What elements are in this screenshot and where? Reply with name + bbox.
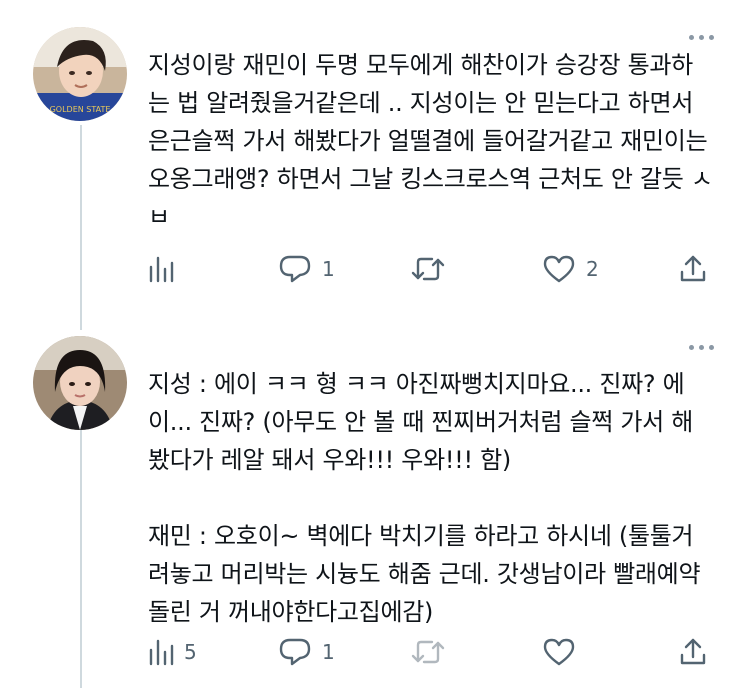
views-icon [149, 256, 174, 283]
views-count: 5 [184, 640, 197, 664]
like-count: 2 [586, 257, 599, 281]
like-button[interactable]: 2 [542, 249, 599, 289]
reply-count: 1 [322, 640, 335, 664]
more-options-button[interactable] [689, 345, 714, 350]
more-dot [689, 35, 694, 40]
avatar[interactable]: GOLDEN STATE [33, 27, 127, 121]
reply-button[interactable]: 1 [278, 249, 335, 289]
retweet-button[interactable] [410, 249, 456, 289]
like-button[interactable] [542, 632, 586, 672]
like-icon [543, 638, 575, 666]
avatar-photo-icon: GOLDEN STATE [33, 27, 127, 121]
retweet-button[interactable] [410, 632, 456, 672]
reply-icon [279, 638, 311, 666]
thread-line-bottom [80, 430, 82, 688]
views-icon [149, 639, 174, 666]
share-button[interactable] [678, 249, 708, 289]
views-button[interactable] [148, 249, 184, 289]
more-dot [699, 35, 704, 40]
more-dot [699, 345, 704, 350]
thread-line-top [80, 125, 82, 330]
views-button[interactable]: 5 [148, 632, 197, 672]
share-icon [680, 638, 706, 665]
more-dot [709, 345, 714, 350]
reply-button[interactable]: 1 [278, 632, 335, 672]
avatar[interactable] [33, 336, 127, 430]
share-button[interactable] [678, 632, 708, 672]
tweet-actions: 5 1 [148, 632, 718, 672]
tweet-text: 지성이랑 재민이 두명 모두에게 해찬이가 승강장 통과하는 법 알려줬을거같은… [148, 51, 715, 231]
tweet-actions: 1 2 [148, 249, 718, 289]
more-options-button[interactable] [689, 35, 714, 40]
more-dot [709, 35, 714, 40]
svg-text:GOLDEN STATE: GOLDEN STATE [50, 105, 111, 114]
share-icon [680, 255, 706, 282]
more-dot [689, 345, 694, 350]
like-icon [543, 255, 575, 283]
avatar-photo-icon [33, 336, 127, 430]
tweet-text: 지성 : 에이 ㅋㅋ 형 ㅋㅋ 아진짜뻥치지마요... 진짜? 에이... 진짜… [148, 370, 701, 626]
reply-count: 1 [322, 257, 335, 281]
retweet-icon [411, 640, 445, 664]
retweet-icon [411, 257, 445, 281]
reply-icon [279, 255, 311, 283]
